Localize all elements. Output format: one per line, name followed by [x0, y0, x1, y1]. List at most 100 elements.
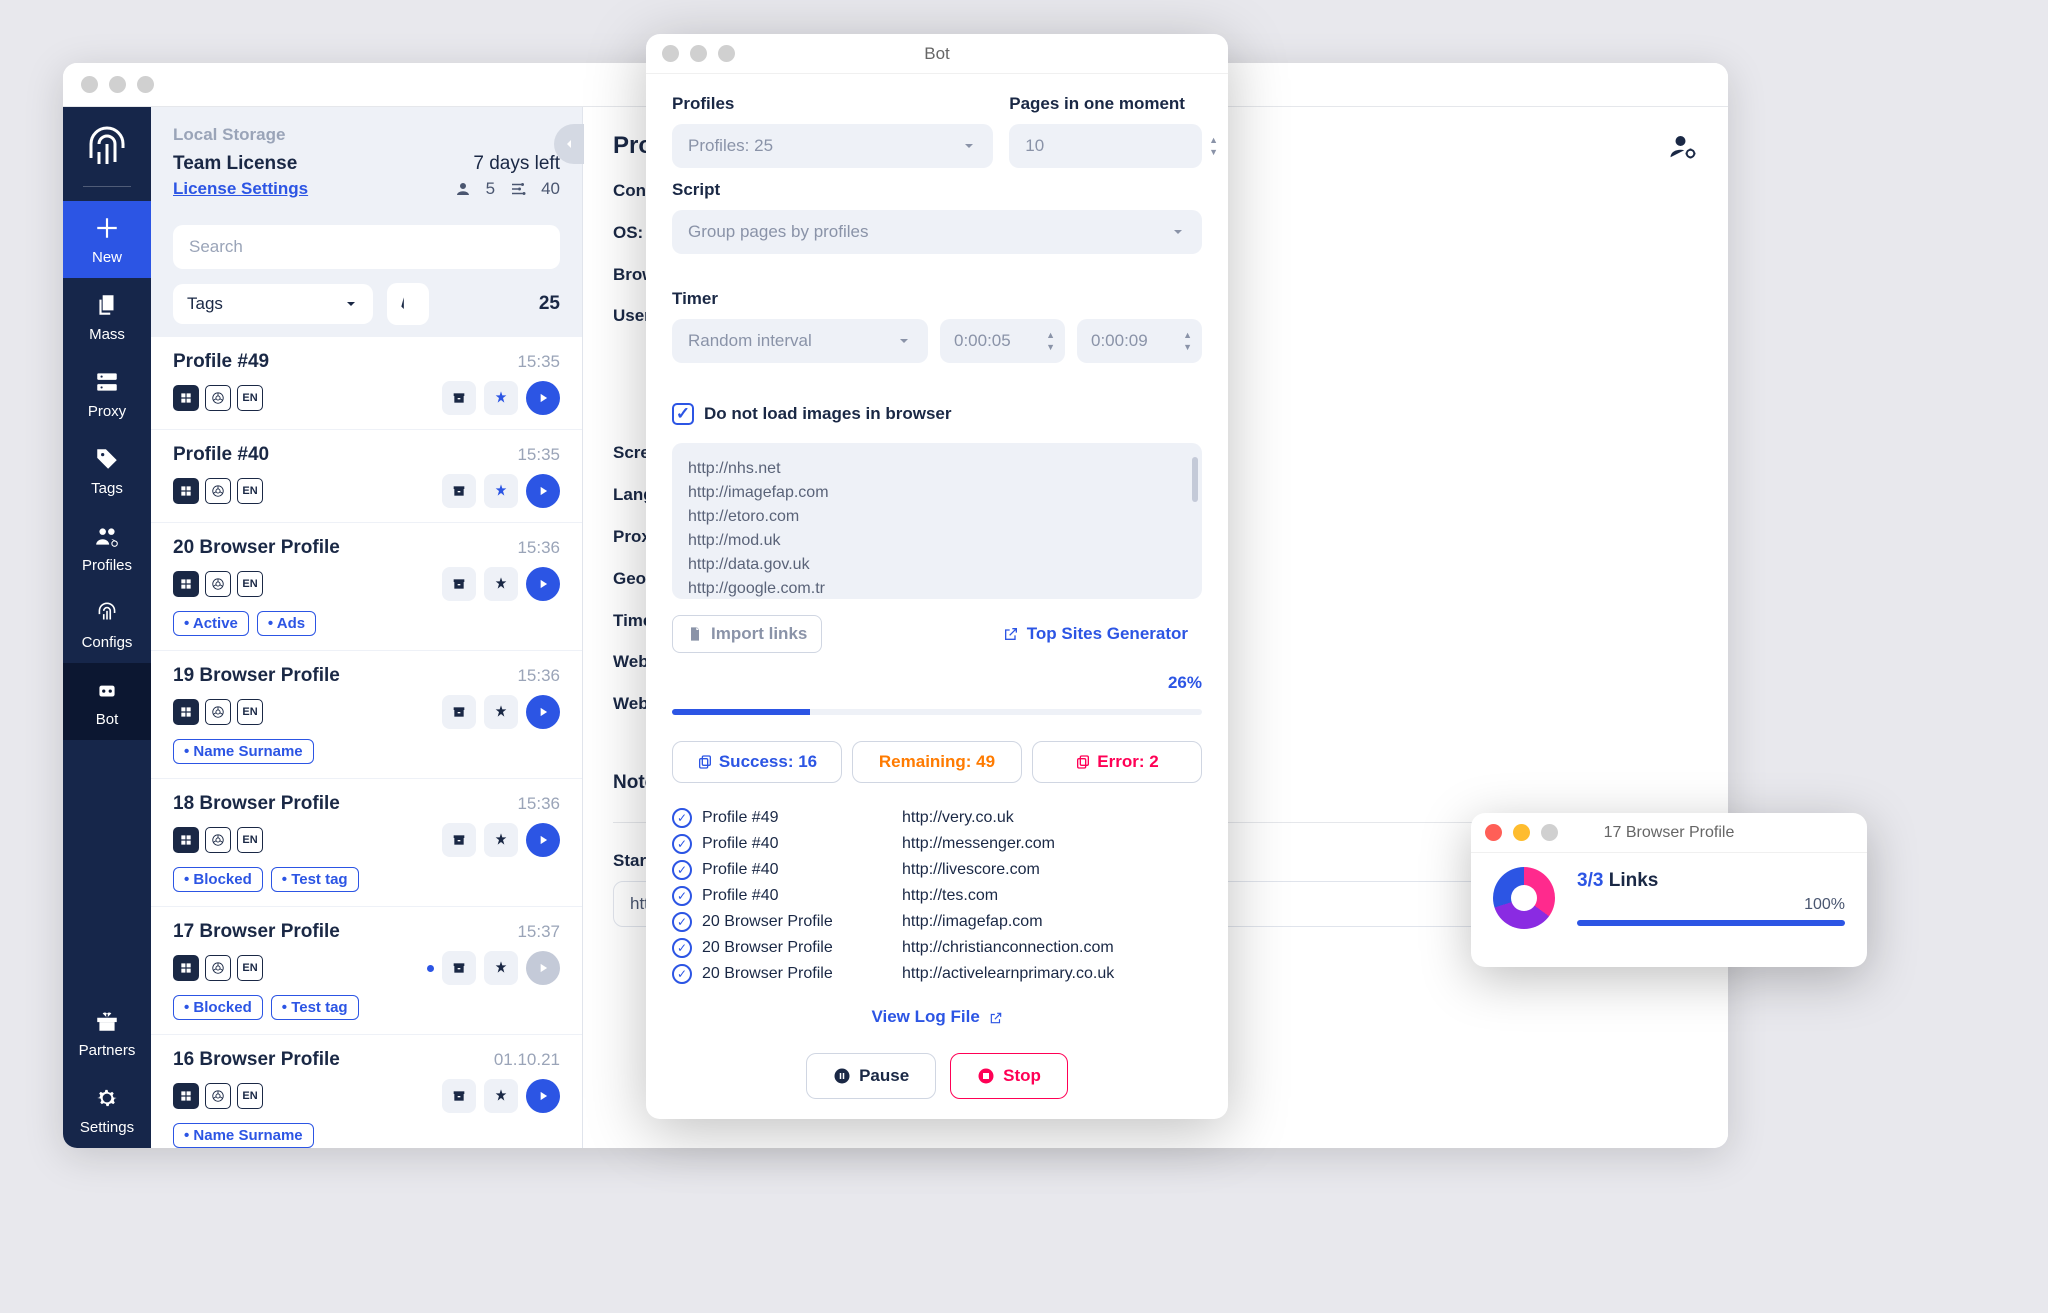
pin-button[interactable]: [484, 823, 518, 857]
log-list[interactable]: ✓Profile #49http://very.co.uk✓Profile #4…: [672, 805, 1202, 985]
minimize-dot[interactable]: [1513, 824, 1530, 841]
tags-select[interactable]: Tags: [173, 284, 373, 324]
pin-button[interactable]: [484, 474, 518, 508]
nav-label: Configs: [82, 634, 133, 651]
log-profile: Profile #49: [702, 809, 892, 827]
nav-new[interactable]: New: [63, 201, 151, 278]
users-icon: [454, 180, 472, 198]
nav-proxy[interactable]: Proxy: [63, 355, 151, 432]
archive-button[interactable]: [442, 695, 476, 729]
timer-mode-select[interactable]: Random interval: [672, 319, 928, 363]
play-button[interactable]: [526, 567, 560, 601]
chrome-icon: [205, 571, 231, 597]
chrome-icon: [205, 1083, 231, 1109]
archive-button[interactable]: [442, 567, 476, 601]
time-to-input[interactable]: 0:00:09 ▲▼: [1077, 319, 1202, 363]
profile-item[interactable]: Profile #4015:35 EN: [151, 430, 582, 523]
stepper[interactable]: ▲▼: [1209, 135, 1218, 157]
remaining-label: Remaining: 49: [879, 752, 995, 772]
log-profile: Profile #40: [702, 835, 892, 853]
gear-icon: [92, 1083, 122, 1113]
close-dot[interactable]: [1485, 824, 1502, 841]
play-icon: [536, 484, 550, 498]
close-dot[interactable]: [81, 76, 98, 93]
play-icon: [536, 705, 550, 719]
stepper[interactable]: ▲▼: [1046, 330, 1055, 352]
license-settings-link[interactable]: License Settings: [173, 179, 308, 199]
nav-tags[interactable]: Tags: [63, 432, 151, 509]
stop-button[interactable]: Stop: [950, 1053, 1068, 1099]
play-button[interactable]: [526, 823, 560, 857]
zoom-dot[interactable]: [137, 76, 154, 93]
profile-time: 01.10.21: [494, 1050, 560, 1070]
tag-chip[interactable]: Active: [173, 611, 249, 636]
lang-badge: EN: [237, 699, 263, 725]
nav-profiles[interactable]: Profiles: [63, 509, 151, 586]
lang-badge: EN: [237, 571, 263, 597]
minimize-dot[interactable]: [109, 76, 126, 93]
pin-button[interactable]: [484, 695, 518, 729]
profile-item[interactable]: 16 Browser Profile01.10.21 EN Name Surna…: [151, 1035, 582, 1148]
profile-meta-icons: EN: [173, 1083, 263, 1109]
stepper[interactable]: ▲▼: [1183, 330, 1192, 352]
no-images-checkbox-row[interactable]: ✓ Do not load images in browser: [672, 403, 1202, 425]
pin-button[interactable]: [484, 567, 518, 601]
tag-chip[interactable]: Ads: [257, 611, 316, 636]
play-button[interactable]: [526, 1079, 560, 1113]
pin-button[interactable]: [484, 1079, 518, 1113]
nav-configs[interactable]: Configs: [63, 586, 151, 663]
pin-button[interactable]: [484, 381, 518, 415]
url-textarea[interactable]: http://nhs.net http://imagefap.com http:…: [672, 443, 1202, 599]
script-select[interactable]: Group pages by profiles: [672, 210, 1202, 254]
profile-item[interactable]: 18 Browser Profile15:36 EN BlockedTest t…: [151, 779, 582, 907]
zoom-dot[interactable]: [1541, 824, 1558, 841]
top-sites-link[interactable]: Top Sites Generator: [989, 615, 1202, 653]
tag-chip[interactable]: Blocked: [173, 867, 263, 892]
play-button[interactable]: [526, 695, 560, 729]
profile-item[interactable]: 20 Browser Profile15:36 EN ActiveAds: [151, 523, 582, 651]
pause-button[interactable]: Pause: [806, 1053, 936, 1099]
minimize-dot[interactable]: [690, 45, 707, 62]
profile-settings-button[interactable]: [1668, 131, 1698, 161]
pin-button[interactable]: [484, 951, 518, 985]
archive-icon: [451, 832, 467, 848]
play-button[interactable]: [526, 381, 560, 415]
nav-mass[interactable]: Mass: [63, 278, 151, 355]
view-log-link[interactable]: View Log File: [672, 1007, 1202, 1027]
close-dot[interactable]: [662, 45, 679, 62]
nav-partners[interactable]: Partners: [63, 994, 151, 1071]
file-icon: [687, 626, 703, 642]
sort-button[interactable]: [387, 283, 429, 325]
os-icon: [173, 955, 199, 981]
nav-bot[interactable]: Bot: [63, 663, 151, 740]
profile-item[interactable]: 17 Browser Profile15:37 EN BlockedTest t…: [151, 907, 582, 1035]
fingerprint-icon: [83, 124, 131, 172]
play-button[interactable]: [526, 474, 560, 508]
tag-chip[interactable]: Test tag: [271, 867, 359, 892]
profile-item[interactable]: 19 Browser Profile15:36 EN Name Surname: [151, 651, 582, 779]
archive-button[interactable]: [442, 474, 476, 508]
nav-label: Mass: [89, 326, 125, 343]
archive-button[interactable]: [442, 951, 476, 985]
time-from-input[interactable]: 0:00:05 ▲▼: [940, 319, 1065, 363]
archive-button[interactable]: [442, 823, 476, 857]
tag-chip[interactable]: Name Surname: [173, 739, 314, 764]
archive-button[interactable]: [442, 1079, 476, 1113]
profiles-header: Local Storage Team License 7 days left L…: [151, 107, 582, 213]
profile-list[interactable]: Profile #4915:35 EN Profile #4015:35 EN: [151, 337, 582, 1148]
nav-settings[interactable]: Settings: [63, 1071, 151, 1148]
import-links-button[interactable]: Import links: [672, 615, 822, 653]
search-input[interactable]: Search: [173, 225, 560, 269]
profile-name: 18 Browser Profile: [173, 793, 340, 815]
profile-name: 20 Browser Profile: [173, 537, 340, 559]
tag-chip[interactable]: Name Surname: [173, 1123, 314, 1148]
profile-item[interactable]: Profile #4915:35 EN: [151, 337, 582, 430]
archive-button[interactable]: [442, 381, 476, 415]
profiles-select[interactable]: Profiles: 25: [672, 124, 993, 168]
pages-input[interactable]: 10 ▲▼: [1009, 124, 1202, 168]
tag-chip[interactable]: Blocked: [173, 995, 263, 1020]
tag-chip[interactable]: Test tag: [271, 995, 359, 1020]
zoom-dot[interactable]: [718, 45, 735, 62]
scrollbar-thumb[interactable]: [1192, 457, 1198, 502]
play-button[interactable]: [526, 951, 560, 985]
